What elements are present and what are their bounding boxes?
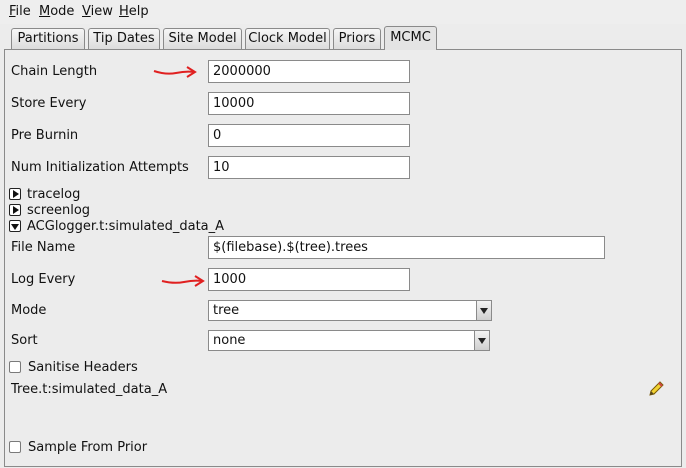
sort-label: Sort: [11, 333, 38, 348]
num-init-attempts-label: Num Initialization Attempts: [11, 160, 189, 175]
pre-burnin-label: Pre Burnin: [11, 128, 79, 143]
dropdown-arrow-icon[interactable]: [474, 331, 489, 350]
sanitise-headers-checkbox[interactable]: [9, 361, 21, 373]
sort-selected-value: none: [213, 333, 246, 348]
tab-strip: Partitions Tip Dates Site Model Clock Mo…: [0, 24, 686, 50]
log-every-input[interactable]: 1000: [208, 268, 410, 291]
pencil-icon[interactable]: [647, 380, 665, 398]
pre-burnin-input[interactable]: 0: [208, 124, 410, 147]
red-arrow-annotation: [153, 66, 197, 78]
file-name-input[interactable]: $(filebase).$(tree).trees: [208, 236, 605, 259]
tab-tip-dates[interactable]: Tip Dates: [88, 28, 160, 49]
sort-select[interactable]: none: [208, 330, 490, 351]
menu-view[interactable]: View: [82, 4, 113, 19]
sanitise-headers-label: Sanitise Headers: [28, 360, 138, 375]
collapse-acglogger-icon[interactable]: [9, 220, 21, 232]
tab-priors[interactable]: Priors: [333, 28, 381, 49]
tab-clock-model[interactable]: Clock Model: [245, 28, 330, 49]
expand-screenlog-icon[interactable]: [9, 204, 21, 216]
file-name-label: File Name: [11, 240, 76, 255]
expand-tracelog-icon[interactable]: [9, 188, 21, 200]
store-every-label: Store Every: [11, 96, 87, 111]
store-every-input[interactable]: 10000: [208, 92, 410, 115]
chain-length-label: Chain Length: [11, 64, 98, 79]
tree-item-label: Tree.t:simulated_data_A: [11, 382, 168, 397]
log-every-label: Log Every: [11, 272, 76, 287]
red-arrow-annotation: [161, 275, 205, 287]
tab-site-model[interactable]: Site Model: [163, 28, 242, 49]
acglogger-label[interactable]: ACGlogger.t:simulated_data_A: [27, 219, 224, 234]
sample-from-prior-checkbox[interactable]: [9, 441, 21, 453]
mode-select[interactable]: tree: [208, 300, 492, 321]
chain-length-input[interactable]: 2000000: [208, 60, 410, 83]
tab-partitions[interactable]: Partitions: [11, 28, 85, 49]
screenlog-label[interactable]: screenlog: [27, 203, 90, 218]
num-init-attempts-input[interactable]: 10: [208, 156, 410, 179]
dropdown-arrow-icon[interactable]: [476, 301, 491, 320]
menu-help[interactable]: Help: [119, 4, 149, 19]
mode-selected-value: tree: [213, 303, 240, 318]
mode-label: Mode: [11, 303, 47, 318]
menu-file[interactable]: File: [9, 4, 31, 19]
sample-from-prior-label: Sample From Prior: [28, 440, 148, 455]
tracelog-label[interactable]: tracelog: [27, 187, 80, 202]
menu-bar: File Mode View Help: [0, 0, 686, 24]
tab-mcmc[interactable]: MCMC: [384, 26, 437, 50]
menu-mode[interactable]: Mode: [39, 4, 74, 19]
